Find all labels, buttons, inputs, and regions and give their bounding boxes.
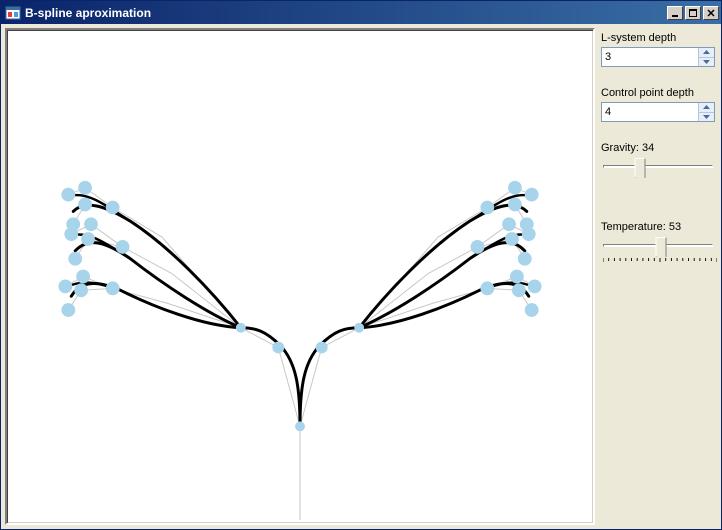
control-point-spin-up[interactable] [699,103,714,112]
control-point-input[interactable] [602,103,698,121]
canvas-frame [5,28,595,525]
spline-drawing [9,32,591,521]
control-point-label: Control point depth [601,87,715,99]
control-point-spin-down[interactable] [699,112,714,122]
app-icon [5,5,21,21]
canvas[interactable] [9,32,591,521]
temperature-field: Temperature: 53 [601,221,715,262]
titlebar[interactable]: B-spline aproximation [1,1,721,24]
gravity-track [603,165,713,168]
window-buttons [667,6,719,20]
maximize-button[interactable] [685,6,701,20]
window-title: B-spline aproximation [25,6,667,20]
minimize-button[interactable] [667,6,683,20]
lsystem-input[interactable] [602,48,698,66]
app-window: B-spline aproximation [0,0,722,530]
lsystem-label: L-system depth [601,32,715,44]
lsystem-spin-down[interactable] [699,57,714,67]
gravity-label: Gravity: 34 [601,142,715,154]
control-point-stepper[interactable] [601,102,715,122]
gravity-field: Gravity: 34 [601,142,715,183]
temperature-slider[interactable] [601,236,715,262]
lsystem-stepper[interactable] [601,47,715,67]
side-panel: L-system depth Control point depth [599,28,717,525]
client-area: L-system depth Control point depth [1,24,721,529]
lsystem-spin-up[interactable] [699,48,714,57]
close-button[interactable] [703,6,719,20]
temperature-ticks [603,258,717,262]
temperature-thumb[interactable] [656,237,667,257]
lsystem-field: L-system depth [601,32,715,67]
gravity-thumb[interactable] [635,158,646,178]
control-point-field: Control point depth [601,87,715,122]
temperature-label: Temperature: 53 [601,221,715,233]
gravity-slider[interactable] [601,157,715,183]
